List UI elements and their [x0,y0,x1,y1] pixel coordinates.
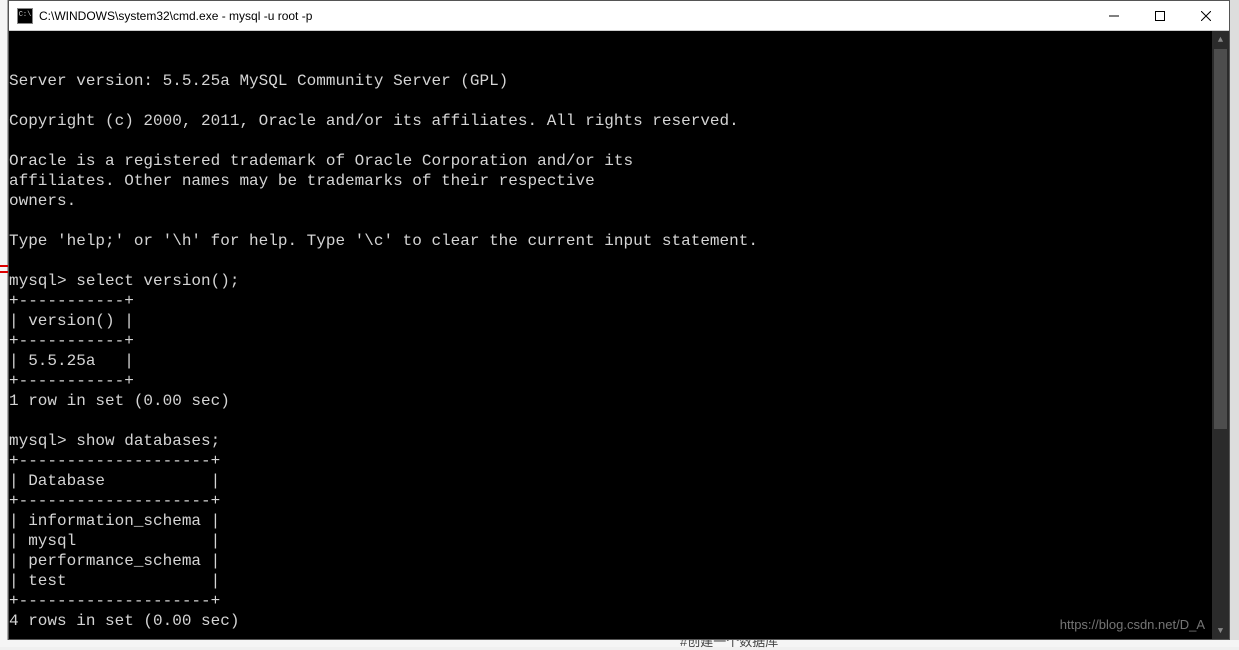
left-red-marks [0,265,8,283]
right-background-edge [1230,0,1239,647]
vertical-scrollbar[interactable]: ▲ ▼ [1212,31,1229,639]
terminal-output: Server version: 5.5.25a MySQL Community … [9,71,1229,639]
window-controls [1091,1,1229,30]
scroll-up-arrow[interactable]: ▲ [1212,31,1229,48]
minimize-button[interactable] [1091,1,1137,30]
watermark-text: https://blog.csdn.net/D_A [1060,615,1205,635]
titlebar[interactable]: C:\ C:\WINDOWS\system32\cmd.exe - mysql … [9,1,1229,31]
cmd-icon: C:\ [17,8,33,24]
scrollbar-thumb[interactable] [1214,49,1227,429]
close-button[interactable] [1183,1,1229,30]
terminal-area[interactable]: Server version: 5.5.25a MySQL Community … [9,31,1229,639]
cmd-window: C:\ C:\WINDOWS\system32\cmd.exe - mysql … [8,0,1230,640]
maximize-button[interactable] [1137,1,1183,30]
left-background-edge [0,0,8,647]
bottom-background-edge: #创建一个数据库 [0,640,1239,647]
window-title: C:\WINDOWS\system32\cmd.exe - mysql -u r… [39,9,1091,23]
scroll-down-arrow[interactable]: ▼ [1212,622,1229,639]
